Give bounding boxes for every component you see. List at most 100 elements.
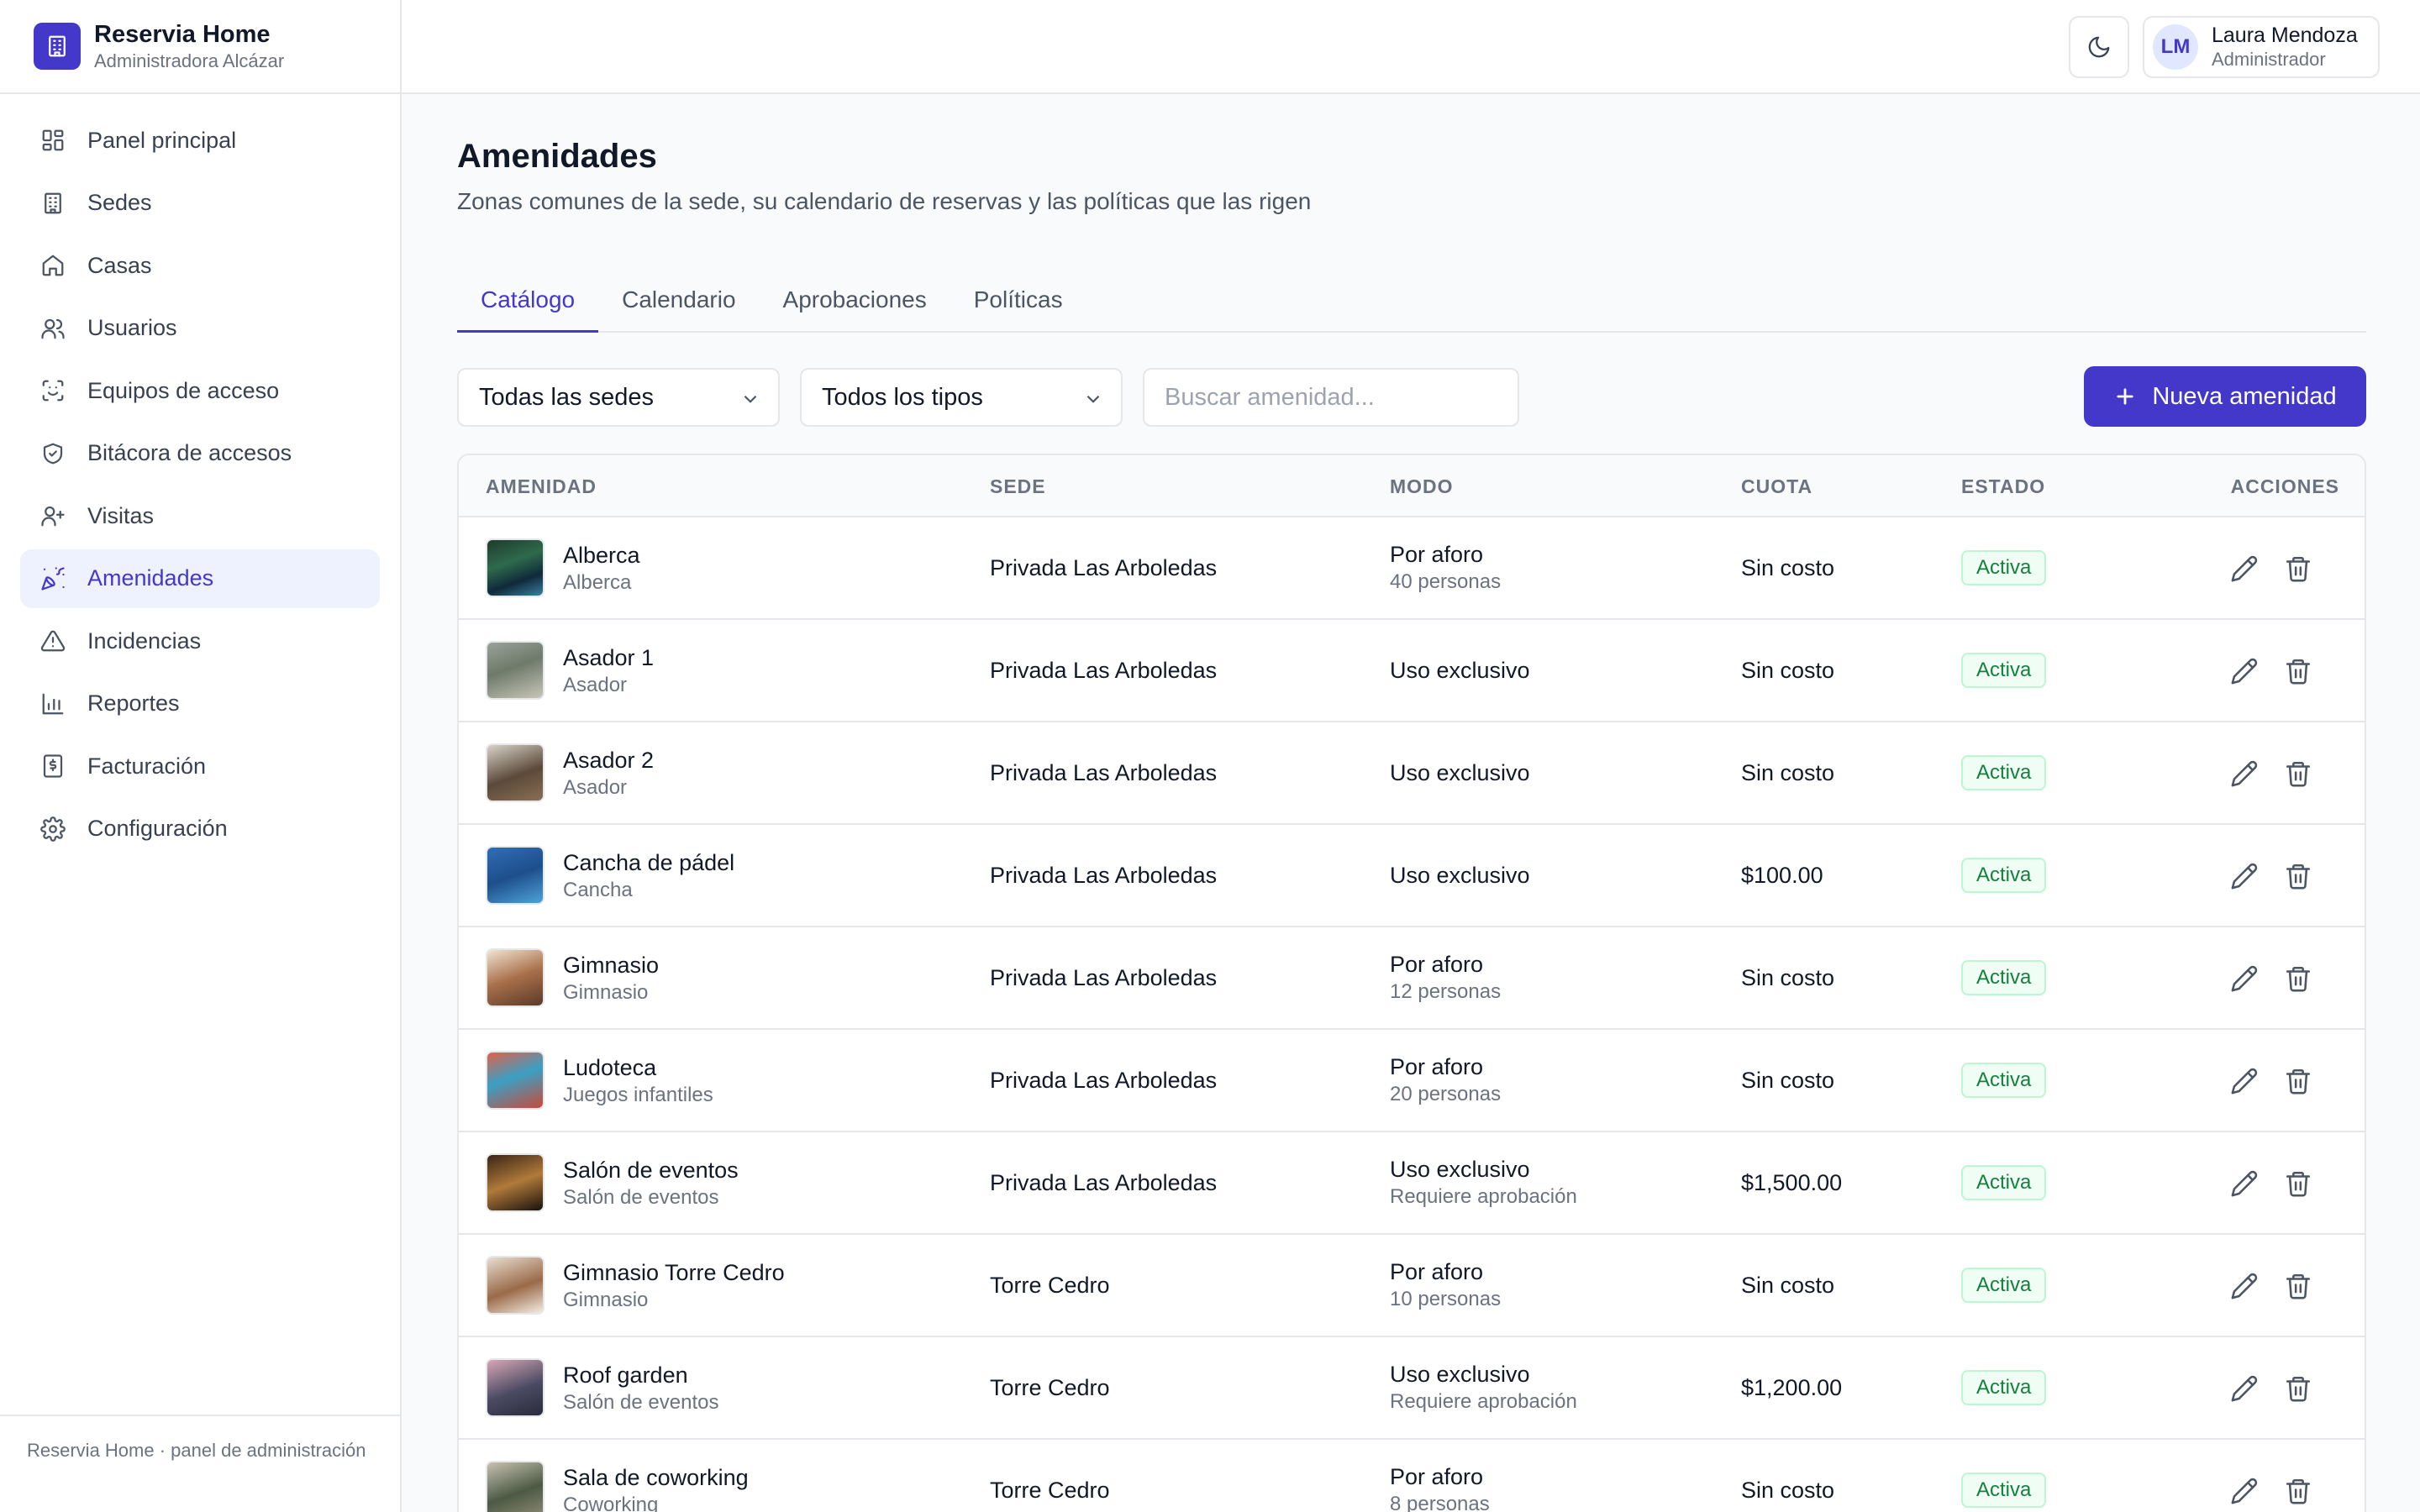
sidebar-item-usuarios[interactable]: Usuarios: [20, 299, 380, 358]
party-icon: [41, 566, 65, 591]
delete-button[interactable]: [2284, 1477, 2312, 1505]
tab-politicas[interactable]: Políticas: [950, 269, 1086, 333]
sidebar-item-configuracion[interactable]: Configuración: [20, 800, 380, 858]
amenity-name: Sala de coworking: [563, 1465, 749, 1490]
amenity-type: Asador: [563, 674, 628, 696]
sidebar-item-sedes[interactable]: Sedes: [20, 174, 380, 233]
delete-button[interactable]: [2284, 1374, 2312, 1403]
amenity-thumbnail: [486, 1051, 544, 1110]
sidebar-nav: Panel principal Sedes Casas Usuarios Equ…: [0, 94, 400, 858]
amenity-name: Ludoteca: [563, 1055, 657, 1080]
delete-button[interactable]: [2284, 657, 2312, 685]
column-header-modo[interactable]: MODO: [1390, 455, 1454, 517]
delete-button[interactable]: [2284, 1067, 2312, 1095]
column-header-amenidad[interactable]: AMENIDAD: [486, 455, 597, 517]
amenity-type: Salón de eventos: [563, 1391, 719, 1414]
status-badge: Activa: [1961, 1165, 2047, 1200]
column-header-cuota[interactable]: CUOTA: [1741, 455, 1812, 517]
edit-button[interactable]: [2230, 1272, 2259, 1300]
sidebar-item-panel-principal[interactable]: Panel principal: [20, 111, 380, 170]
table-row[interactable]: Ludoteca Juegos infantiles Privada Las A…: [459, 1030, 2365, 1132]
trash-icon: [2286, 864, 2311, 890]
sidebar-item-bitacora-de-accesos[interactable]: Bitácora de accesos: [20, 424, 380, 483]
sidebar-item-facturacion[interactable]: Facturación: [20, 737, 380, 795]
table-row[interactable]: Gimnasio Gimnasio Privada Las Arboledas …: [459, 927, 2365, 1030]
table-row[interactable]: Salón de eventos Salón de eventos Privad…: [459, 1132, 2365, 1235]
amenity-mode-detail: 20 personas: [1390, 1083, 1502, 1105]
sidebar-item-equipos-de-acceso[interactable]: Equipos de acceso: [20, 361, 380, 420]
column-header-acciones: ACCIONES: [2230, 475, 2339, 497]
status-badge: Activa: [1961, 1370, 2047, 1405]
edit-button[interactable]: [2230, 657, 2259, 685]
amenity-mode: Uso exclusivo: [1390, 863, 1530, 888]
alert-icon: [40, 630, 66, 652]
amenity-fee: Sin costo: [1741, 554, 1835, 580]
edit-button[interactable]: [2230, 1477, 2259, 1505]
new-amenity-button[interactable]: Nueva amenidad: [2084, 366, 2366, 427]
tab-calendario[interactable]: Calendario: [598, 269, 760, 333]
new-amenity-label: Nueva amenidad: [2152, 382, 2337, 410]
amenity-type: Cancha: [563, 879, 633, 901]
edit-button[interactable]: [2230, 759, 2259, 788]
edit-button[interactable]: [2230, 554, 2259, 583]
sidebar-item-visitas[interactable]: Visitas: [20, 486, 380, 545]
home-icon: [42, 255, 64, 276]
amenity-mode-detail: 12 personas: [1390, 980, 1502, 1003]
sidebar-item-amenidades[interactable]: Amenidades: [20, 549, 380, 608]
sede-select[interactable]: Todas las sedes: [457, 368, 780, 427]
edit-button[interactable]: [2230, 862, 2259, 890]
edit-button[interactable]: [2230, 1169, 2259, 1198]
brand-title: Reservia Home: [94, 21, 271, 48]
brand[interactable]: Reservia Home Administradora Alcázar: [0, 0, 400, 94]
sidebar-item-label: Visitas: [87, 502, 155, 528]
status-badge: Activa: [1961, 1268, 2047, 1303]
tab-catalogo[interactable]: Catálogo: [457, 269, 599, 333]
table-row[interactable]: Alberca Alberca Privada Las Arboledas Po…: [459, 517, 2365, 620]
column-header-sede[interactable]: SEDE: [990, 455, 1046, 517]
delete-button[interactable]: [2284, 862, 2312, 890]
tab-aprobaciones[interactable]: Aprobaciones: [759, 269, 950, 333]
table-row[interactable]: Sala de coworking Coworking Torre Cedro …: [459, 1440, 2365, 1512]
user-name: Laura Mendoza: [2212, 24, 2358, 47]
edit-button[interactable]: [2230, 964, 2259, 993]
page-subtitle: Zonas comunes de la sede, su calendario …: [457, 188, 1312, 214]
search-input[interactable]: [1143, 368, 1519, 427]
table-row[interactable]: Roof garden Salón de eventos Torre Cedro…: [459, 1337, 2365, 1440]
edit-button[interactable]: [2230, 1374, 2259, 1403]
amenity-type: Asador: [563, 776, 628, 799]
table-row[interactable]: Asador 1 Asador Privada Las Arboledas Us…: [459, 620, 2365, 722]
delete-button[interactable]: [2284, 554, 2312, 583]
tipo-select[interactable]: Todos los tipos: [800, 368, 1123, 427]
table-row[interactable]: Cancha de pádel Cancha Privada Las Arbol…: [459, 825, 2365, 927]
user-menu-button[interactable]: LM Laura Mendoza Administrador: [2143, 16, 2380, 78]
amenity-fee: Sin costo: [1741, 1477, 1835, 1503]
delete-button[interactable]: [2284, 759, 2312, 788]
trash-icon: [2286, 1478, 2311, 1504]
page-title: Amenidades: [457, 138, 657, 175]
tipo-select-value: Todos los tipos: [822, 383, 983, 411]
delete-button[interactable]: [2284, 1272, 2312, 1300]
column-header-estado[interactable]: ESTADO: [1961, 455, 2045, 517]
amenity-thumbnail: [486, 846, 544, 905]
building-icon: [45, 192, 61, 213]
amenity-mode: Uso exclusivo: [1390, 1157, 1530, 1182]
sidebar: Reservia Home Administradora Alcázar Pan…: [0, 0, 402, 1512]
pencil-icon: [2231, 1375, 2258, 1402]
table-row[interactable]: Asador 2 Asador Privada Las Arboledas Us…: [459, 722, 2365, 825]
amenity-sede: Privada Las Arboledas: [990, 759, 1218, 785]
sidebar-item-reportes[interactable]: Reportes: [20, 675, 380, 733]
sede-select-value: Todas las sedes: [479, 383, 654, 411]
amenity-name: Gimnasio: [563, 953, 660, 978]
amenity-mode: Por aforo: [1390, 1464, 1484, 1489]
delete-button[interactable]: [2284, 1169, 2312, 1198]
theme-toggle-button[interactable]: [2069, 16, 2129, 78]
chevron-down-icon: [744, 395, 757, 403]
amenity-sede: Torre Cedro: [990, 1374, 1110, 1400]
delete-button[interactable]: [2284, 964, 2312, 993]
edit-button[interactable]: [2230, 1067, 2259, 1095]
amenity-fee: $1,200.00: [1741, 1374, 1843, 1400]
sidebar-item-casas[interactable]: Casas: [20, 236, 380, 295]
sidebar-item-incidencias[interactable]: Incidencias: [20, 612, 380, 670]
amenity-name: Salón de eventos: [563, 1158, 739, 1183]
table-row[interactable]: Gimnasio Torre Cedro Gimnasio Torre Cedr…: [459, 1235, 2365, 1337]
